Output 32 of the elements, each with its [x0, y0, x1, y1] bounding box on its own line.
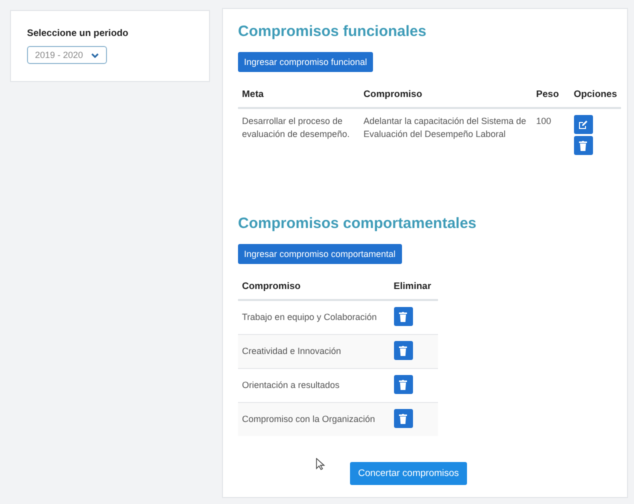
- column-header: Meta: [238, 82, 360, 108]
- delete-button[interactable]: [394, 409, 413, 428]
- table-cell: Adelantar la capacitación del Sistema de Evaluación del Desempeño Laboral: [360, 108, 532, 163]
- trash-icon: [399, 312, 408, 322]
- add-behavioral-button[interactable]: Ingresar compromiso comportamental: [238, 244, 402, 264]
- column-header: Compromiso: [238, 274, 390, 300]
- trash-icon: [399, 380, 408, 390]
- section-title: Compromisos funcionales: [238, 23, 428, 40]
- delete-button[interactable]: [394, 375, 413, 394]
- table-cell: 100: [532, 108, 570, 163]
- delete-button[interactable]: [394, 341, 413, 360]
- period-select[interactable]: 2019 - 2020: [27, 46, 108, 64]
- table-cell: Compromiso con la Organización: [238, 402, 390, 436]
- column-header: Compromiso: [360, 82, 532, 108]
- table-cell: Creatividad e Innovación: [238, 334, 390, 368]
- section-title: Compromisos comportamentales: [238, 215, 478, 232]
- delete-button[interactable]: [574, 136, 593, 155]
- delete-button[interactable]: [394, 307, 413, 326]
- cursor-icon: [316, 458, 325, 470]
- column-header: Peso: [532, 82, 570, 108]
- column-header: Eliminar: [390, 274, 438, 300]
- period-label: Seleccione un periodo: [27, 28, 130, 39]
- chevron-down-icon: [91, 52, 100, 58]
- edit-button[interactable]: [574, 115, 593, 134]
- add-functional-button[interactable]: Ingresar compromiso funcional: [238, 52, 374, 72]
- submit-button[interactable]: Concertar compromisos: [350, 462, 467, 485]
- edit-icon: [578, 120, 588, 130]
- table-cell: Desarrollar el proceso de evaluación de desempeño.: [238, 108, 360, 163]
- trash-icon: [399, 414, 408, 424]
- column-header: Opciones: [570, 82, 621, 108]
- trash-icon: [579, 140, 588, 150]
- trash-icon: [399, 346, 408, 356]
